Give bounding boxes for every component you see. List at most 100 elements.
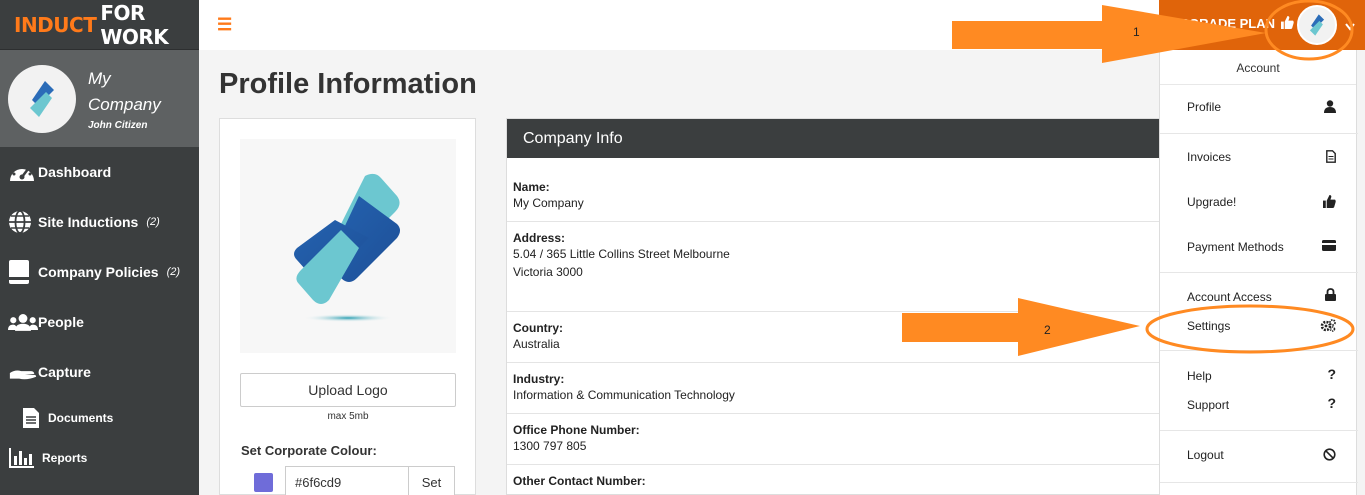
chevron-down-icon[interactable]: [1345, 18, 1355, 36]
dropdown-item-account-access[interactable]: Account Access: [1160, 283, 1358, 311]
upgrade-plan-button[interactable]: UPGRADE PLAN: [1171, 16, 1294, 31]
annotation-label-2: 2: [1044, 323, 1051, 337]
sidebar-item-reports[interactable]: Reports: [0, 439, 199, 477]
sidebar-item-label: Documents: [48, 411, 114, 425]
dropdown-item-settings[interactable]: Settings: [1160, 312, 1358, 340]
dropdown-item-label: Settings: [1187, 319, 1231, 333]
sidebar-item-site-inductions[interactable]: Site Inductions (2): [0, 197, 199, 247]
dropdown-item-payment-methods[interactable]: Payment Methods: [1160, 233, 1358, 261]
dropdown-item-profile[interactable]: Profile: [1160, 93, 1358, 121]
brand-part1: INDUCT: [14, 12, 97, 37]
question-icon: ?: [1327, 395, 1336, 411]
info-row-office-phone: Office Phone Number: 1300 797 805: [507, 414, 1165, 465]
sidebar-nav: Dashboard Site Inductions (2) Company Po…: [0, 147, 199, 477]
dropdown-item-label: Support: [1187, 398, 1230, 412]
sidebar-item-label: People: [38, 314, 84, 330]
hamburger-icon[interactable]: ☰: [217, 15, 232, 35]
sidebar-item-documents[interactable]: Documents: [0, 397, 199, 439]
company-info-card: Company Info Name: My Company Address: 5…: [506, 118, 1166, 495]
info-label: Industry:: [513, 372, 565, 386]
dropdown-divider: [1160, 430, 1358, 431]
info-value: Information & Communication Technology: [513, 388, 735, 402]
set-colour-button[interactable]: Set: [408, 466, 455, 495]
info-row-name: Name: My Company: [507, 158, 1165, 222]
info-label: Address:: [513, 231, 566, 245]
company-user: John Citizen: [88, 120, 148, 131]
info-value: 1300 797 805: [513, 439, 587, 453]
company-block: My Company John Citizen: [0, 50, 199, 147]
sidebar-item-dashboard[interactable]: Dashboard: [0, 147, 199, 197]
info-value: Australia: [513, 337, 560, 351]
sidebar-item-label: Capture: [38, 364, 91, 380]
bar-chart-icon: [8, 448, 42, 468]
logo-card: Upload Logo max 5mb Set Corporate Colour…: [219, 118, 476, 495]
dropdown-header: Account: [1160, 50, 1356, 85]
page-title: Profile Information: [219, 68, 477, 100]
thumbs-up-icon: [1280, 16, 1294, 29]
dropdown-divider: [1160, 133, 1358, 134]
globe-icon: [8, 210, 38, 234]
corporate-colour-input[interactable]: [285, 466, 409, 495]
info-row-other-contact: Other Contact Number:: [507, 465, 1165, 495]
upload-logo-button[interactable]: Upload Logo: [240, 373, 456, 407]
brand-part2: FOR WORK: [100, 0, 169, 49]
thumbs-up-icon: [1323, 195, 1336, 211]
dropdown-item-label: Invoices: [1187, 150, 1232, 164]
company-avatar: [8, 64, 76, 133]
sidebar-item-count: (2): [166, 266, 181, 278]
company-logo-icon: [30, 80, 54, 117]
dropdown-divider: [1160, 482, 1358, 483]
ban-icon: [1323, 448, 1336, 464]
info-row-industry: Industry: Information & Communication Te…: [507, 363, 1165, 414]
sidebar-item-count: (2): [146, 216, 160, 228]
colour-swatch[interactable]: [254, 473, 273, 492]
info-label: Other Contact Number:: [513, 474, 646, 488]
hand-icon: [8, 363, 38, 381]
account-dropdown: Account Profile Invoices Upgrade! Paymen…: [1159, 50, 1358, 495]
info-value: Victoria 3000: [513, 265, 583, 279]
info-label: Name:: [513, 180, 550, 194]
sidebar-item-capture[interactable]: Capture: [0, 347, 199, 397]
dropdown-item-support[interactable]: Support ?: [1160, 391, 1358, 419]
brand-logo[interactable]: INDUCT FOR WORK: [0, 0, 199, 50]
dropdown-item-label: Account Access: [1187, 290, 1272, 304]
sidebar-item-label: Reports: [42, 451, 88, 465]
sidebar: INDUCT FOR WORK My Company John Citizen …: [0, 0, 199, 495]
info-label: Country:: [513, 321, 563, 335]
dropdown-item-upgrade[interactable]: Upgrade!: [1160, 188, 1358, 216]
info-label: Office Phone Number:: [513, 423, 640, 437]
lock-icon: [1325, 288, 1336, 304]
sidebar-item-label: Company Policies: [38, 264, 159, 280]
max-size-label: max 5mb: [327, 411, 369, 422]
company-name-line2: Company: [88, 95, 161, 114]
user-avatar-button[interactable]: [1297, 5, 1337, 45]
dropdown-item-help[interactable]: Help ?: [1160, 362, 1358, 390]
dropdown-item-logout[interactable]: Logout: [1160, 441, 1358, 469]
user-icon: [1324, 100, 1336, 116]
company-text: My Company John Citizen: [88, 66, 161, 131]
dropdown-divider: [1160, 350, 1358, 351]
company-logo-image: [294, 173, 400, 322]
dashboard-gauge-icon: [8, 161, 38, 183]
credit-card-icon: [1322, 240, 1336, 254]
info-value: 5.04 / 365 Little Collins Street Melbour…: [513, 247, 730, 261]
info-value: My Company: [513, 196, 584, 210]
company-logo-preview: [240, 139, 456, 353]
question-icon: ?: [1327, 366, 1336, 382]
gears-icon: [1320, 319, 1336, 335]
sidebar-item-company-policies[interactable]: Company Policies (2): [0, 247, 199, 297]
annotation-label-1: 1: [1133, 25, 1140, 39]
dropdown-item-invoices[interactable]: Invoices: [1160, 143, 1358, 171]
document-icon: [22, 407, 48, 429]
sidebar-item-people[interactable]: People: [0, 297, 199, 347]
dropdown-item-label: Help: [1187, 369, 1212, 383]
info-row-country: Country: Australia: [507, 312, 1165, 363]
dropdown-divider: [1160, 272, 1358, 273]
people-icon: [8, 312, 38, 332]
company-logo-icon: [1309, 14, 1325, 36]
dropdown-item-label: Logout: [1187, 448, 1224, 462]
upgrade-plan-label: UPGRADE PLAN: [1171, 16, 1276, 31]
company-name-line1: My: [88, 69, 111, 88]
company-info-header: Company Info: [507, 119, 1165, 158]
sidebar-item-label: Dashboard: [38, 164, 112, 180]
